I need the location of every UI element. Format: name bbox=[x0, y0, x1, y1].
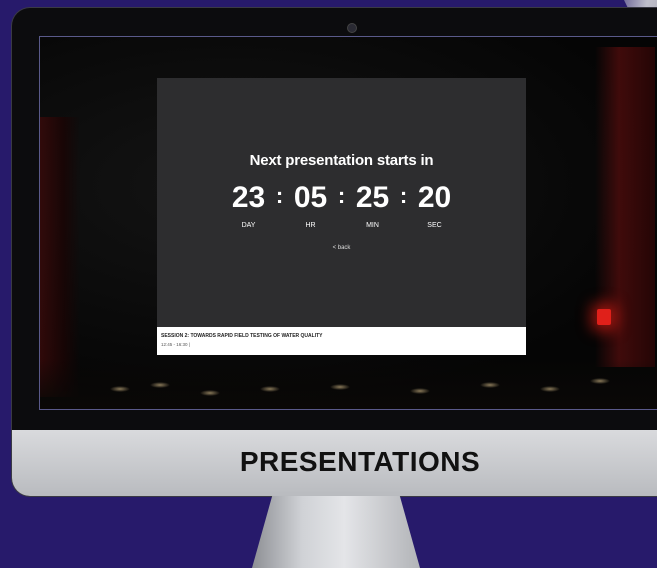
countdown-separator: : bbox=[399, 183, 408, 208]
monitor-chin: PRESENTATIONS bbox=[12, 430, 657, 496]
countdown-min-label: MIN bbox=[366, 222, 379, 229]
countdown-separator: : bbox=[275, 183, 284, 208]
countdown-hr-value: 05 bbox=[293, 181, 328, 214]
countdown-hr-label: HR bbox=[305, 222, 316, 229]
countdown-heading: Next presentation starts in bbox=[249, 152, 434, 169]
countdown-separator: : bbox=[337, 183, 346, 208]
monitor-screen: Next presentation starts in 23 : 05 : 25… bbox=[39, 36, 657, 410]
countdown-sec-label: SEC bbox=[427, 222, 442, 229]
countdown-timer: 23 : 05 : 25 : 20 bbox=[157, 178, 526, 218]
countdown-sec: 20 bbox=[409, 181, 461, 215]
exit-sign-icon bbox=[597, 309, 611, 325]
session-time: 12:45 - 16:30 | bbox=[161, 342, 190, 347]
back-link[interactable]: < back bbox=[157, 245, 526, 251]
countdown-labels: DAY HR MIN SEC bbox=[157, 222, 526, 229]
scene: Next presentation starts in 23 : 05 : 25… bbox=[0, 0, 657, 568]
session-bar[interactable]: SESSION 2: TOWARDS RAPID FIELD TESTING O… bbox=[157, 327, 526, 355]
countdown-day-label: DAY bbox=[241, 222, 256, 229]
curtain-left bbox=[40, 117, 80, 397]
session-title: SESSION 2: TOWARDS RAPID FIELD TESTING O… bbox=[161, 333, 323, 339]
countdown-panel: Next presentation starts in 23 : 05 : 25… bbox=[157, 78, 526, 355]
banner-title: PRESENTATIONS bbox=[239, 446, 481, 477]
theater-seats bbox=[40, 359, 657, 409]
camera-icon bbox=[347, 23, 357, 33]
countdown-day-value: 23 bbox=[231, 181, 266, 214]
countdown-hr: 05 bbox=[285, 181, 337, 215]
countdown-day: 23 bbox=[223, 181, 275, 215]
countdown-min: 25 bbox=[347, 181, 399, 215]
monitor-stand bbox=[252, 496, 420, 568]
countdown-sec-value: 20 bbox=[417, 181, 452, 214]
countdown-min-value: 25 bbox=[355, 181, 390, 214]
